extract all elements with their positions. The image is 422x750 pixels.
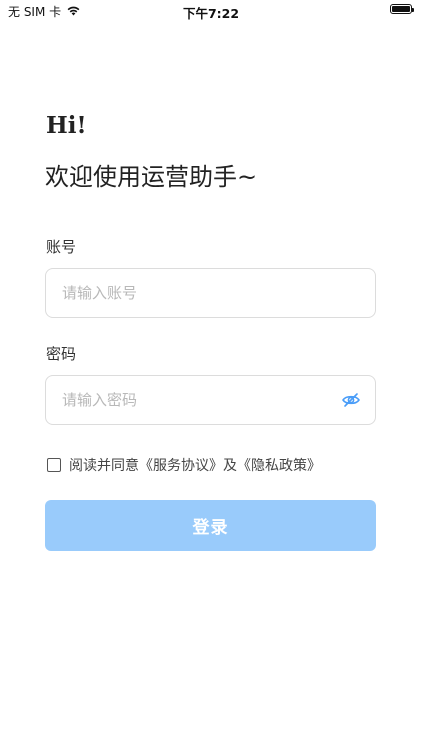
- battery-level: [392, 6, 410, 12]
- login-button[interactable]: 登录: [45, 500, 376, 551]
- account-input[interactable]: [62, 269, 322, 317]
- account-label: 账号: [46, 238, 77, 256]
- welcome-title: 欢迎使用运营助手~: [45, 163, 258, 191]
- agreement-row: 阅读并同意 《服务协议》 及 《隐私政策》: [47, 455, 321, 475]
- password-field[interactable]: [45, 375, 376, 425]
- login-screen: 无 SIM 卡 下午7:22 Hi! 欢迎使用运营助手~ 账号 密码: [0, 0, 422, 750]
- service-agreement-link[interactable]: 《服务协议》: [139, 455, 223, 475]
- eye-off-icon[interactable]: [341, 390, 361, 410]
- account-field[interactable]: [45, 268, 376, 318]
- agreement-conjunction: 及: [223, 458, 237, 474]
- battery-icon: [390, 4, 414, 14]
- password-label: 密码: [46, 345, 77, 363]
- status-time: 下午7:22: [182, 6, 240, 21]
- status-bar: 无 SIM 卡 下午7:22: [0, 0, 422, 22]
- agreement-prefix: 阅读并同意: [69, 458, 139, 474]
- password-input[interactable]: [62, 376, 322, 424]
- battery-tip: [412, 8, 414, 12]
- greeting-title: Hi!: [46, 112, 87, 139]
- checkbox-icon[interactable]: [47, 458, 61, 472]
- privacy-policy-link[interactable]: 《隐私政策》: [237, 455, 321, 475]
